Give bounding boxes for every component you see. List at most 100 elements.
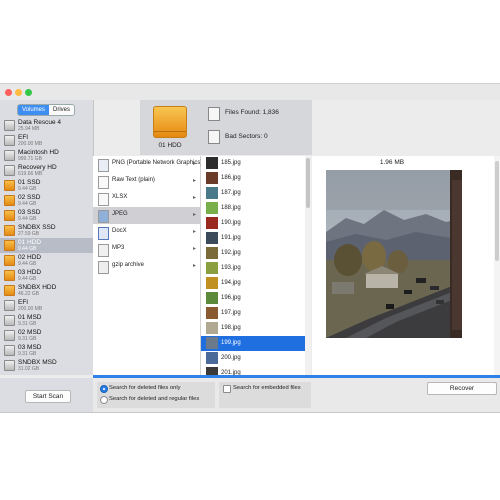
- preview-scrollbar[interactable]: [494, 156, 500, 375]
- file-name: 197.jpg: [221, 310, 241, 316]
- file-type-name: gzip archive: [112, 262, 145, 268]
- volume-name: EFI: [18, 134, 29, 141]
- volume-size: 27.59 GB: [18, 231, 40, 237]
- file-type-item[interactable]: DocX ▸: [93, 224, 200, 241]
- deleted-regular-radio[interactable]: [100, 396, 108, 404]
- volume-disk-icon: [4, 180, 15, 191]
- file-type-item[interactable]: Raw Text (plain) ▸: [93, 173, 200, 190]
- file-item[interactable]: 187.jpg: [201, 186, 305, 201]
- volume-item[interactable]: 01 HDD 9.44 GB: [0, 238, 93, 253]
- file-item[interactable]: 185.jpg: [201, 156, 305, 171]
- file-item[interactable]: 191.jpg: [201, 231, 305, 246]
- volume-size: 619.66 MB: [18, 171, 43, 177]
- file-item[interactable]: 199.jpg: [201, 336, 305, 351]
- volume-size: 9.44 GB: [18, 276, 37, 282]
- file-type-name: PNG (Portable Network Graphics): [112, 160, 203, 166]
- volume-size: 9.31 GB: [18, 321, 37, 327]
- volume-disk-icon: [4, 240, 15, 251]
- volume-size: 9.31 GB: [18, 351, 37, 357]
- file-type-item[interactable]: PNG (Portable Network Graphics) ▸: [93, 156, 203, 173]
- volume-disk-icon: [4, 150, 15, 161]
- file-item[interactable]: 196.jpg: [201, 291, 305, 306]
- embedded-files-checkbox[interactable]: [223, 385, 231, 393]
- zoom-window-button[interactable]: [25, 89, 32, 96]
- volume-name: 01 SSD: [18, 179, 41, 186]
- chevron-right-icon: ▸: [192, 161, 196, 167]
- file-type-name: JPEG: [112, 211, 128, 217]
- volume-item[interactable]: 02 MSD 9.31 GB: [0, 328, 93, 343]
- file-type-icon: [98, 159, 109, 172]
- volume-name: 03 SSD: [18, 209, 41, 216]
- volume-item[interactable]: 02 SSD 9.44 GB: [0, 193, 93, 208]
- volume-name: Macintosh HD: [18, 149, 59, 156]
- embedded-option: Search for embedded files: [219, 382, 311, 408]
- volume-size: 25.94 MB: [18, 126, 40, 132]
- volume-item[interactable]: SNDBX MSD 31.02 GB: [0, 358, 93, 373]
- volume-disk-icon: [4, 330, 15, 341]
- file-thumbnail: [206, 322, 218, 334]
- file-item[interactable]: 186.jpg: [201, 171, 305, 186]
- file-item[interactable]: 190.jpg: [201, 216, 305, 231]
- file-thumbnail: [206, 217, 218, 229]
- volume-item[interactable]: EFI 200.00 MB: [0, 298, 93, 313]
- chevron-right-icon: ▸: [192, 195, 196, 201]
- file-thumbnail: [206, 232, 218, 244]
- files-found-icon: [208, 107, 220, 121]
- volume-item[interactable]: 01 SSD 9.44 GB: [0, 178, 93, 193]
- volume-item[interactable]: 01 MSD 9.31 GB: [0, 313, 93, 328]
- file-type-item[interactable]: XLSX ▸: [93, 190, 200, 207]
- minimize-window-button[interactable]: [15, 89, 22, 96]
- deleted-only-label: Search for deleted files only: [109, 385, 181, 391]
- volume-item[interactable]: 03 HDD 9.44 GB: [0, 268, 93, 283]
- close-window-button[interactable]: [5, 89, 12, 96]
- file-item[interactable]: 192.jpg: [201, 246, 305, 261]
- embedded-files-label: Search for embedded files: [233, 385, 301, 391]
- scroll-knob[interactable]: [306, 158, 310, 208]
- volume-disk-icon: [4, 315, 15, 326]
- file-thumbnail: [206, 262, 218, 274]
- volume-item[interactable]: Recovery HD 619.66 MB: [0, 163, 93, 178]
- volume-name: 03 MSD: [18, 344, 42, 351]
- file-item[interactable]: 198.jpg: [201, 321, 305, 336]
- chevron-right-icon: ▸: [192, 212, 196, 218]
- file-list-scrollbar[interactable]: [305, 156, 311, 375]
- volume-item[interactable]: SNDBX HDD 46.22 GB: [0, 283, 93, 298]
- file-type-item[interactable]: gzip archive ▸: [93, 258, 200, 275]
- file-item[interactable]: 200.jpg: [201, 351, 305, 366]
- file-name: 194.jpg: [221, 280, 241, 286]
- file-thumbnail: [206, 337, 218, 349]
- file-item[interactable]: 188.jpg: [201, 201, 305, 216]
- recover-button[interactable]: Recover: [427, 382, 497, 395]
- volume-disk-icon: [4, 165, 15, 176]
- volume-item[interactable]: SNDBX SSD 27.59 GB: [0, 223, 93, 238]
- drive-name: 01 HDD: [158, 142, 182, 149]
- volume-name: 01 MSD: [18, 314, 42, 321]
- file-thumbnail: [206, 352, 218, 364]
- volume-item[interactable]: EFI 200.00 MB: [0, 133, 93, 148]
- tab-drives[interactable]: Drives: [49, 105, 75, 115]
- volume-item[interactable]: Data Rescue 4 25.94 MB: [0, 118, 93, 133]
- volume-item[interactable]: 02 HDD 9.44 GB: [0, 253, 93, 268]
- file-item[interactable]: 193.jpg: [201, 261, 305, 276]
- volume-name: 03 HDD: [18, 269, 42, 276]
- file-type-icon: [98, 261, 109, 274]
- volume-name: SNDBX MSD: [18, 359, 57, 366]
- file-item[interactable]: 197.jpg: [201, 306, 305, 321]
- file-thumbnail: [206, 202, 218, 214]
- search-mode-options: Search for deleted files only Search for…: [97, 382, 215, 408]
- file-item[interactable]: 201.jpg: [201, 366, 305, 375]
- file-type-item[interactable]: JPEG ▸: [93, 207, 200, 224]
- volume-item[interactable]: 03 SSD 9.44 GB: [0, 208, 93, 223]
- volume-name: SNDBX SSD: [18, 224, 56, 231]
- volume-item[interactable]: Macintosh HD 999.71 GB: [0, 148, 93, 163]
- volume-item[interactable]: 03 MSD 9.31 GB: [0, 343, 93, 358]
- tab-volumes[interactable]: Volumes: [18, 105, 50, 115]
- deleted-only-radio[interactable]: [100, 385, 108, 393]
- file-name: 190.jpg: [221, 220, 241, 226]
- preview-file-size: 1.96 MB: [379, 159, 405, 166]
- file-name: 193.jpg: [221, 265, 241, 271]
- start-scan-button[interactable]: Start Scan: [25, 390, 71, 403]
- file-type-item[interactable]: MP3 ▸: [93, 241, 200, 258]
- file-item[interactable]: 194.jpg: [201, 276, 305, 291]
- preview-scroll-knob[interactable]: [495, 161, 499, 261]
